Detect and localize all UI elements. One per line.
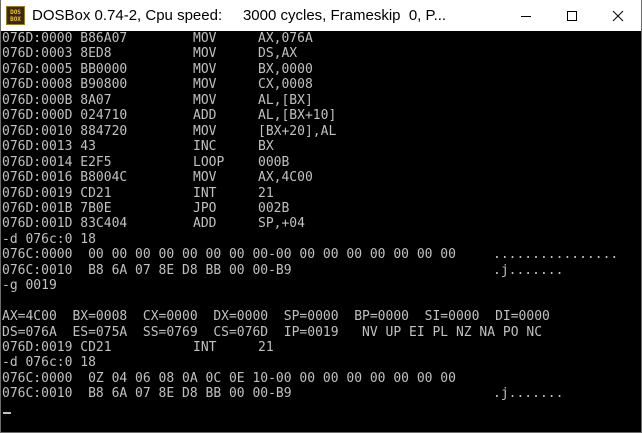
console-line: 076D:0010 884720 MOV [BX+20],AL — [2, 123, 640, 139]
console-line: 076D:001D 83C404 ADD SP,+04 — [2, 217, 640, 231]
mnemonic: MOV — [193, 123, 217, 139]
close-button[interactable] — [595, 0, 641, 31]
mnemonic: LOOP — [193, 154, 225, 170]
operands: CX,0008 — [258, 77, 313, 93]
operands: AX,4C00 — [258, 170, 313, 186]
console-line: AX=4C00 BX=0008 CX=0000 DX=0000 SP=0000 … — [2, 310, 640, 324]
line-text: 076D:000B 8A07 — [2, 92, 112, 108]
dump-hex: 076C:0010 B8 6A 07 8E D8 BB 00 00-B9 — [2, 386, 292, 402]
console-line: 076D:0019 CD21 INT 21 — [2, 341, 640, 355]
dos-console[interactable]: 076D:0000 B86A07 MOV AX,076A 076D:0003 8ED8… — [2, 32, 640, 432]
operands: AL,[BX+10] — [258, 108, 337, 124]
line-text: 076D:0019 CD21 — [2, 185, 112, 201]
line-text: 076D:001D 83C404 — [2, 216, 128, 232]
operands: [BX+20],AL — [258, 123, 337, 139]
mnemonic: MOV — [193, 170, 217, 186]
mnemonic: JPO — [193, 200, 217, 216]
line-text: 076C:0000 0Z 04 06 08 0A 0C 0E 10-00 00 … — [2, 370, 456, 386]
line-text: 076D:0013 43 — [2, 139, 96, 155]
mnemonic: INT — [193, 340, 217, 355]
console-line: 076C:0000 0Z 04 06 08 0A 0C 0E 10-00 00 … — [2, 370, 640, 386]
console-line: -d 076c:0 18 — [2, 231, 640, 247]
operands: 21 — [258, 340, 274, 355]
line-text: 076D:0000 B86A07 — [2, 32, 128, 46]
operands: 000B — [258, 154, 290, 170]
mnemonic: MOV — [193, 77, 217, 93]
line-text: 076D:000D 024710 — [2, 108, 128, 124]
console-line: DS=076A ES=075A SS=0769 CS=076D IP=0019 … — [2, 324, 640, 340]
operands: BX,0000 — [258, 61, 313, 77]
dump-hex: 076C:0000 00 00 00 00 00 00 00 00-00 00 … — [2, 247, 456, 263]
console-line: 076C:0010 B8 6A 07 8E D8 BB 00 00-B9 .j..… — [2, 262, 640, 278]
console-line: 076D:0003 8ED8 MOV DS,AX — [2, 47, 640, 61]
dosbox-icon-text-top: DOS — [10, 8, 21, 16]
line-text: 076D:0014 E2F5 — [2, 154, 112, 170]
line-text: 076D:0008 B90800 — [2, 77, 128, 93]
mnemonic: ADD — [193, 108, 217, 124]
line-text: 076D:0010 884720 — [2, 123, 128, 139]
line-text: DS=076A ES=075A SS=0769 CS=076D IP=0019 … — [2, 324, 543, 340]
operands: DS,AX — [258, 46, 298, 62]
line-text: AX=4C00 BX=0008 CX=0000 DX=0000 SP=0000 … — [2, 309, 550, 325]
console-line: 076D:0016 B8004C MOV AX,4C00 — [2, 171, 640, 185]
operands: BX — [258, 139, 274, 155]
dump-ascii: .j....... — [493, 262, 564, 278]
console-line: 076D:001B 7B0E JPO 002B — [2, 200, 640, 216]
mnemonic: MOV — [193, 92, 217, 108]
mnemonic: MOV — [193, 46, 217, 62]
operands: AX,076A — [258, 32, 313, 46]
line-text: 076D:0016 B8004C — [2, 170, 128, 186]
console-line: 076D:0019 CD21 INT 21 — [2, 185, 640, 201]
dosbox-icon[interactable]: DOS BOX — [6, 6, 25, 25]
console-line: 076D:0000 B86A07 MOV AX,076A — [2, 32, 640, 46]
maximize-button[interactable] — [549, 0, 595, 31]
line-text: -d 076c:0 18 — [2, 231, 96, 247]
minimize-icon — [521, 15, 531, 17]
dump-ascii: .j....... — [493, 386, 564, 402]
mnemonic: MOV — [193, 32, 217, 46]
title-bar[interactable]: DOS BOX DOSBox 0.74-2, Cpu speed: 3000 c… — [1, 0, 641, 31]
operands: 21 — [258, 185, 274, 201]
console-line: 076D:000D 024710 ADD AL,[BX+10] — [2, 109, 640, 123]
line-text: 076D:0019 CD21 — [2, 340, 112, 355]
dosbox-icon-text-bottom: BOX — [10, 15, 21, 23]
console-line: -d 076c:0 18 — [2, 356, 640, 370]
line-text: 076D:001B 7B0E — [2, 200, 112, 216]
line-text: 076D:0003 8ED8 — [2, 46, 112, 62]
mnemonic: INT — [193, 185, 217, 201]
maximize-icon — [567, 10, 577, 21]
console-line: 076D:0008 B90800 MOV CX,0008 — [2, 78, 640, 92]
console-line: 076D:0005 BB0000 MOV BX,0000 — [2, 61, 640, 77]
dump-hex: 076C:0010 B8 6A 07 8E D8 BB 00 00-B9 — [2, 262, 292, 278]
text-cursor — [3, 411, 11, 414]
operands: SP,+04 — [258, 216, 305, 232]
window-title: DOSBox 0.74-2, Cpu speed: 3000 cycles, F… — [32, 7, 447, 24]
dosbox-window: DOS BOX DOSBox 0.74-2, Cpu speed: 3000 c… — [0, 0, 642, 433]
console-line: 076D:0014 E2F5 LOOP 000B — [2, 154, 640, 170]
console-line: 076C:0010 B8 6A 07 8E D8 BB 00 00-B9 .j..… — [2, 387, 640, 401]
console-line: 076C:0000 00 00 00 00 00 00 00 00-00 00 … — [2, 248, 640, 262]
operands: AL,[BX] — [258, 92, 313, 108]
console-line: 076D:0013 43 INC BX — [2, 140, 640, 154]
minimize-button[interactable] — [503, 0, 549, 31]
console-line: 076D:000B 8A07 MOV AL,[BX] — [2, 92, 640, 108]
mnemonic: MOV — [193, 61, 217, 77]
operands: 002B — [258, 200, 290, 216]
dump-ascii: ................ — [493, 247, 619, 263]
line-text: -g 0019 — [2, 278, 57, 294]
mnemonic: INC — [193, 139, 217, 155]
console-line: -g 0019 — [2, 279, 640, 293]
mnemonic: ADD — [193, 216, 217, 232]
line-text: 076D:0005 BB0000 — [2, 61, 128, 77]
close-icon — [612, 10, 624, 21]
line-text: -d 076c:0 18 — [2, 355, 96, 371]
